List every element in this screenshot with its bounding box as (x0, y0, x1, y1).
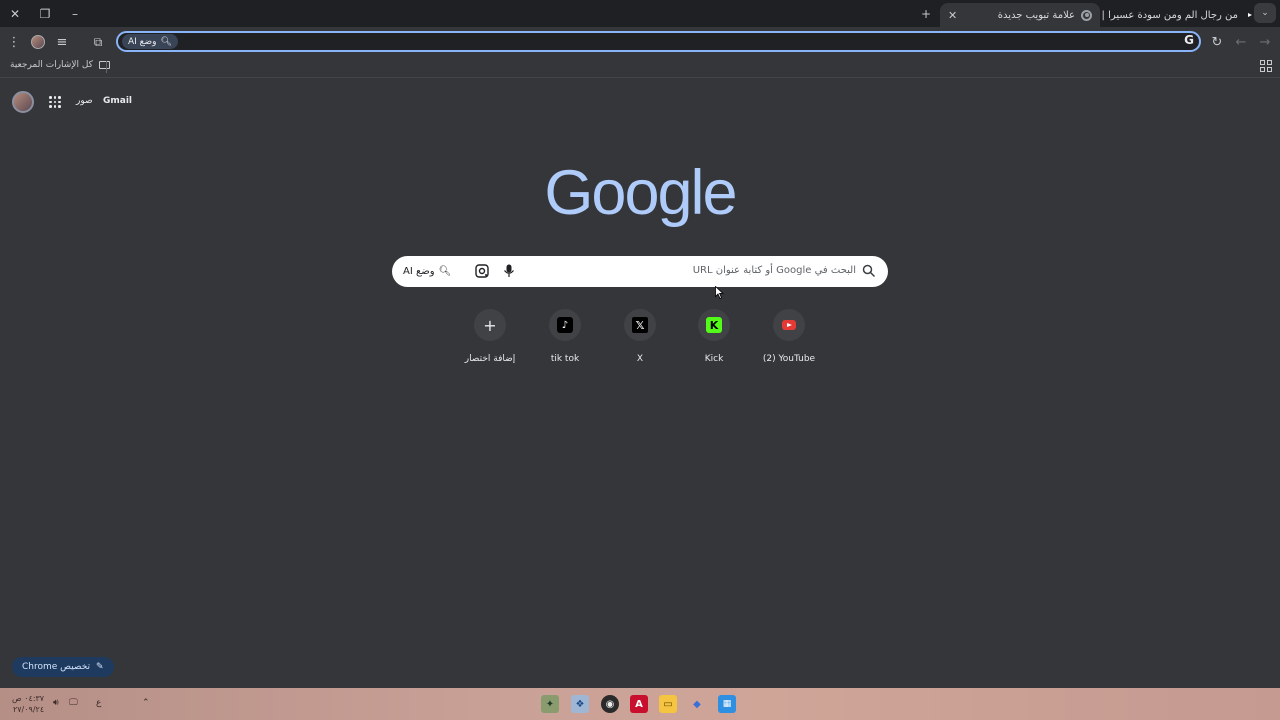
ai-mode-chip[interactable]: 🔍︎ وضع AI (122, 34, 178, 49)
gmail-link[interactable]: Gmail (103, 96, 132, 106)
kick-icon: K (706, 317, 722, 333)
chrome-taskbar-icon[interactable]: ◉ (601, 695, 619, 713)
shortcut-x[interactable]: 𝕏 X (602, 309, 678, 369)
chrome-icon (1081, 9, 1092, 21)
folder-icon (98, 61, 110, 69)
extensions-button[interactable]: ⧉ (88, 32, 108, 52)
menu-button[interactable]: ⋮ (4, 32, 24, 52)
bookmarks-bar: كل الإشارات المرجعية (0, 56, 1280, 78)
reading-list-button[interactable]: ≡ (52, 32, 72, 52)
system-clock[interactable]: ٠٤:٣٧ ص ٢٧/٠٩/٢٤ (12, 693, 44, 715)
volume-icon[interactable]: 🔊︎ (53, 698, 59, 708)
chevron-down-icon: ⌄ (1261, 8, 1269, 18)
input-language[interactable]: ع (96, 698, 101, 708)
reload-button[interactable]: ↻ (1207, 32, 1227, 52)
taskbar: ٠٤:٣٧ ص ٢٧/٠٩/٢٤ 🔊︎ 🖵 ع ⌃ ✦ ❖ ◉ A ▭ ◆ ▦ (0, 688, 1280, 720)
ai-search-icon: 🔍︎ (438, 266, 452, 277)
tab-groups-icon[interactable] (1260, 60, 1272, 72)
tab-title: علامة تبويب جديدة (997, 9, 1075, 21)
shortcut-youtube[interactable]: (2) YouTube (751, 309, 827, 369)
shortcut-label: (2) YouTube (762, 354, 816, 364)
search-box[interactable]: البحث في Google أو كتابة عنوان URL 🔍︎ وض… (392, 256, 888, 287)
ai-mode-label: وضع AI (403, 266, 435, 277)
bookmarks-divider (106, 61, 107, 73)
address-bar[interactable]: 🔍︎ وضع AI G (116, 31, 1201, 52)
pencil-icon: ✎ (96, 662, 104, 672)
images-link[interactable]: صور (76, 96, 93, 106)
reload-icon: ↻ (1211, 34, 1223, 50)
restore-icon: ❐ (39, 6, 51, 21)
ai-mode-label: وضع AI (128, 36, 157, 47)
avatar (31, 35, 45, 49)
ai-search-icon: 🔍︎ (160, 36, 172, 47)
plus-icon: + (920, 6, 932, 21)
clock-time: ٠٤:٣٧ ص (12, 694, 45, 703)
shortcut-label: Kick (704, 354, 724, 364)
clock-date: ٢٧/٠٩/٢٤ (12, 705, 45, 714)
search-icon (862, 264, 876, 278)
all-bookmarks-label: كل الإشارات المرجعية (10, 60, 93, 70)
network-icon[interactable]: 🖵 (69, 698, 78, 708)
minimize-icon: – (72, 6, 78, 21)
customize-chrome-button[interactable]: ✎ تخصيص Chrome (12, 657, 114, 677)
google-lens-icon[interactable] (475, 264, 489, 278)
tab-search-button[interactable]: ⌄ (1254, 3, 1276, 23)
google-icon: G (1184, 33, 1194, 47)
new-tab-button[interactable]: + (911, 0, 941, 27)
microphone-icon[interactable] (503, 264, 515, 278)
arrow-left-icon: → (1259, 34, 1271, 50)
search-input[interactable]: البحث في Google أو كتابة عنوان URL (693, 265, 856, 276)
mouse-cursor-icon (715, 286, 724, 299)
forward-button[interactable]: ← (1231, 32, 1251, 52)
file-explorer-icon[interactable]: ▭ (659, 695, 677, 713)
profile-button[interactable] (28, 32, 48, 52)
font-app-icon[interactable]: A (630, 695, 648, 713)
playlist-icon: ≡ (56, 34, 68, 50)
back-button[interactable]: → (1255, 32, 1275, 52)
shortcut-kick[interactable]: K Kick (676, 309, 752, 369)
toolbar: ⋮ ≡ ⧉ 🔍︎ وضع AI G ↻ ← → (0, 27, 1280, 56)
shortcut-label: X (636, 354, 644, 364)
tiktok-icon: ♪ (557, 317, 573, 333)
apps-grid-icon[interactable] (49, 96, 61, 108)
tab-title: من رجال الم ومن سودة عسيرا | (1101, 9, 1238, 21)
chevron-up-icon[interactable]: ⌃ (142, 698, 150, 708)
tab-close-icon[interactable]: ✕ (948, 9, 957, 22)
close-icon: ✕ (9, 6, 21, 21)
add-shortcut-button[interactable]: + إضافة اختصار (452, 309, 528, 369)
youtube-icon (782, 320, 796, 330)
copilot-icon[interactable]: ◆ (688, 695, 706, 713)
taskbar-app-2-icon[interactable]: ❖ (571, 695, 589, 713)
shortcut-label: إضافة اختصار (464, 354, 516, 364)
x-icon: 𝕏 (632, 317, 648, 333)
arrow-right-icon: ← (1235, 34, 1247, 50)
tab-strip: ✕ ❐ – + علامة تبويب جديدة ✕ من رجال الم … (0, 0, 1280, 27)
windows-start-icon[interactable]: ▦ (718, 695, 736, 713)
shortcut-tiktok[interactable]: ♪ tik tok (527, 309, 603, 369)
restore-window-button[interactable]: ❐ (30, 0, 60, 27)
minimize-window-button[interactable]: – (60, 0, 90, 27)
ai-mode-button[interactable]: 🔍︎ وضع AI (403, 264, 451, 279)
close-window-button[interactable]: ✕ (0, 0, 30, 27)
tab-new-tab[interactable]: علامة تبويب جديدة ✕ (940, 3, 1100, 27)
tab-youtube[interactable]: من رجال الم ومن سودة عسيرا | ✕ (1100, 3, 1252, 27)
account-avatar[interactable] (12, 91, 34, 113)
more-vert-icon: ⋮ (7, 34, 21, 50)
taskbar-app-1-icon[interactable]: ✦ (541, 695, 559, 713)
puzzle-icon: ⧉ (93, 34, 103, 49)
plus-icon: + (483, 315, 497, 335)
all-bookmarks-button[interactable]: كل الإشارات المرجعية (10, 60, 110, 70)
customize-label: تخصيص Chrome (22, 662, 91, 672)
google-logo: Google (544, 158, 737, 228)
shortcut-label: tik tok (550, 354, 580, 364)
